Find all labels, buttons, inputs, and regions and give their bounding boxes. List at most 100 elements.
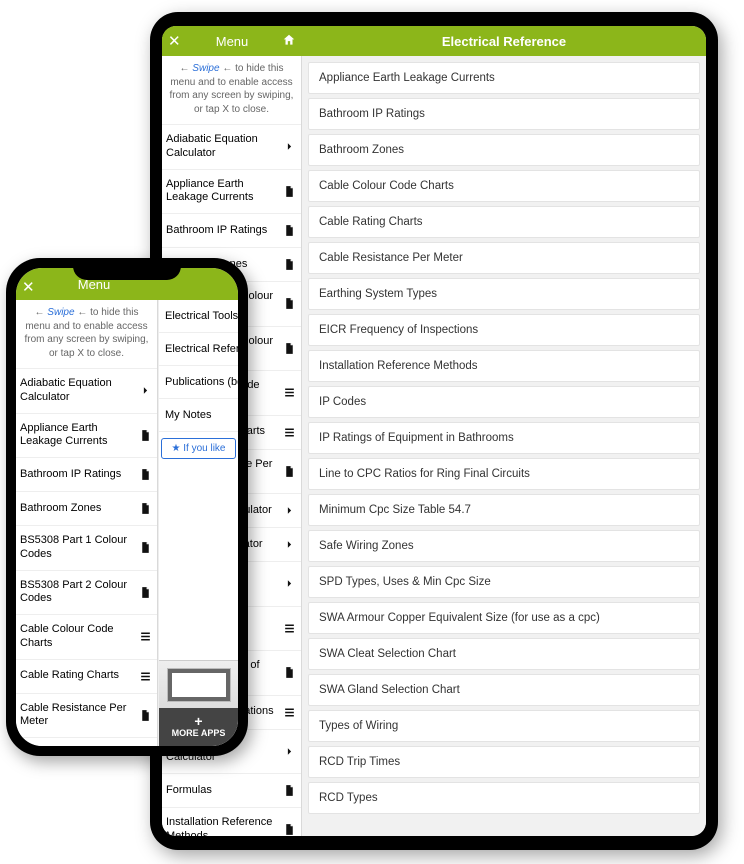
- list-item[interactable]: RCD Trip Times: [308, 746, 700, 778]
- close-icon[interactable]: ✕: [22, 278, 35, 296]
- bars-icon: [281, 386, 297, 399]
- sidebar-item-label: Appliance Earth Leakage Currents: [166, 178, 281, 206]
- more-apps-button[interactable]: + MORE APPS: [159, 708, 238, 746]
- list-item[interactable]: IP Codes: [308, 386, 700, 418]
- sidebar-item-label: Bathroom Zones: [20, 502, 137, 516]
- bars-icon: [281, 426, 297, 439]
- sidebar-item-label: Formulas: [166, 784, 281, 798]
- review-button[interactable]: ★ If you like: [161, 438, 236, 459]
- sidebar-item-label: Installation Reference Methods: [166, 816, 281, 836]
- chevron-icon: [137, 384, 153, 397]
- list-item[interactable]: Cable Colour Code Charts: [308, 170, 700, 202]
- sidebar-item[interactable]: BS5308 Part 1 Colour Codes: [16, 526, 157, 571]
- doc-icon: [281, 297, 297, 310]
- list-item[interactable]: Line to CPC Ratios for Ring Final Circui…: [308, 458, 700, 490]
- tablet-menu-bar: ✕ Menu: [162, 26, 302, 56]
- doc-icon: [137, 429, 153, 442]
- doc-icon: [137, 709, 153, 722]
- home-icon[interactable]: [282, 33, 296, 50]
- list-item[interactable]: Earthing System Types: [308, 278, 700, 310]
- page-title: Electrical Reference: [302, 34, 706, 49]
- sidebar-item-label: Cable Colour Code Charts: [20, 623, 137, 651]
- overlay-item[interactable]: Electrical Reference: [159, 333, 238, 366]
- list-item[interactable]: RCD Types: [308, 782, 700, 814]
- list-item[interactable]: Safe Wiring Zones: [308, 530, 700, 562]
- chevron-icon: [281, 140, 297, 153]
- doc-icon: [281, 465, 297, 478]
- sidebar-item[interactable]: Bathroom IP Ratings: [162, 214, 301, 248]
- phone-device: ✕ Menu ← Swipe ← to hide this menu and t…: [6, 258, 248, 756]
- plus-icon: +: [159, 714, 238, 728]
- list-item[interactable]: Types of Wiring: [308, 710, 700, 742]
- sidebar-item-label: Appliance Earth Leakage Currents: [20, 422, 137, 450]
- sidebar-item[interactable]: Appliance Earth Leakage Currents: [162, 170, 301, 215]
- list-item[interactable]: Cable Rating Charts: [308, 206, 700, 238]
- sidebar-item-label: Bathroom IP Ratings: [166, 224, 281, 238]
- bars-icon: [137, 630, 153, 643]
- list-item[interactable]: SPD Types, Uses & Min Cpc Size: [308, 566, 700, 598]
- list-item[interactable]: Minimum Cpc Size Table 54.7: [308, 494, 700, 526]
- promo-image[interactable]: [159, 660, 238, 708]
- tablet-header: ✕ Menu Electrical Reference: [162, 26, 706, 56]
- doc-icon: [137, 586, 153, 599]
- list-item[interactable]: IP Ratings of Equipment in Bathrooms: [308, 422, 700, 454]
- chevron-icon: [281, 538, 297, 551]
- sidebar-item[interactable]: Cable Colour Code Charts: [16, 615, 157, 660]
- sidebar-item-label: Bathroom IP Ratings: [20, 468, 137, 482]
- list-item[interactable]: EICR Frequency of Inspections: [308, 314, 700, 346]
- chevron-icon: [281, 745, 297, 758]
- sidebar-item[interactable]: Formulas: [162, 774, 301, 808]
- chevron-icon: [281, 504, 297, 517]
- overlay-item[interactable]: Electrical Tools: [159, 300, 238, 333]
- bars-icon: [281, 706, 297, 719]
- doc-icon: [281, 185, 297, 198]
- doc-icon: [281, 823, 297, 836]
- sidebar-item-label: Cable Resistance Per Meter: [20, 702, 137, 730]
- doc-icon: [281, 258, 297, 271]
- list-item[interactable]: SWA Cleat Selection Chart: [308, 638, 700, 670]
- sidebar-item-label: Adiabatic Equation Calculator: [20, 377, 137, 405]
- bars-icon: [137, 670, 153, 683]
- bars-icon: [281, 622, 297, 635]
- phone-notch: [73, 258, 181, 280]
- sidebar-item[interactable]: Adiabatic Equation Calculator: [162, 125, 301, 170]
- sidebar-item[interactable]: Bathroom IP Ratings: [16, 458, 157, 492]
- sidebar-item[interactable]: Installation Reference Methods: [162, 808, 301, 836]
- sidebar-item[interactable]: Cable Resistance Per Meter: [16, 694, 157, 739]
- phone-screen: ✕ Menu ← Swipe ← to hide this menu and t…: [16, 268, 238, 746]
- doc-icon: [137, 541, 153, 554]
- sidebar-item[interactable]: Bathroom Zones: [16, 492, 157, 526]
- sidebar-item-label: Adiabatic Equation Calculator: [166, 133, 281, 161]
- doc-icon: [281, 666, 297, 679]
- sidebar-item[interactable]: Adiabatic Equation Calculator: [16, 369, 157, 414]
- tablet-menu-label: Menu: [216, 34, 249, 49]
- list-item[interactable]: Cable Resistance Per Meter: [308, 242, 700, 274]
- tablet-content[interactable]: Appliance Earth Leakage Currents Bathroom…: [302, 56, 706, 836]
- overlay-item[interactable]: My Notes: [159, 399, 238, 432]
- list-item[interactable]: Bathroom Zones: [308, 134, 700, 166]
- list-item[interactable]: SWA Gland Selection Chart: [308, 674, 700, 706]
- doc-icon: [281, 784, 297, 797]
- sidebar-item[interactable]: Appliance Earth Leakage Currents: [16, 414, 157, 459]
- overlay-item[interactable]: Publications (books): [159, 366, 238, 399]
- sidebar-item[interactable]: BS5308 Part 2 Colour Codes: [16, 571, 157, 616]
- sidebar-item-label: BS5308 Part 1 Colour Codes: [20, 534, 137, 562]
- doc-icon: [281, 224, 297, 237]
- doc-icon: [281, 342, 297, 355]
- phone-overlay-menu: Electrical ToolsElectrical ReferencePubl…: [158, 300, 238, 746]
- doc-icon: [137, 468, 153, 481]
- sidebar-item-label: BS5308 Part 2 Colour Codes: [20, 579, 137, 607]
- phone-sidebar: ← Swipe ← to hide this menu and to enabl…: [16, 300, 158, 746]
- phone-body: ← Swipe ← to hide this menu and to enabl…: [16, 300, 238, 746]
- list-item[interactable]: SWA Armour Copper Equivalent Size (for u…: [308, 602, 700, 634]
- sidebar-item-label: Cable Rating Charts: [20, 669, 137, 683]
- sidebar-item[interactable]: Cable Size Calculator: [16, 738, 157, 746]
- close-icon[interactable]: ✕: [168, 32, 181, 50]
- list-item[interactable]: Appliance Earth Leakage Currents: [308, 62, 700, 94]
- list-item[interactable]: Installation Reference Methods: [308, 350, 700, 382]
- doc-icon: [137, 502, 153, 515]
- list-item[interactable]: Bathroom IP Ratings: [308, 98, 700, 130]
- swipe-hint: ← Swipe ← to hide this menu and to enabl…: [16, 300, 157, 369]
- sidebar-item[interactable]: Cable Rating Charts: [16, 660, 157, 694]
- chevron-icon: [281, 577, 297, 590]
